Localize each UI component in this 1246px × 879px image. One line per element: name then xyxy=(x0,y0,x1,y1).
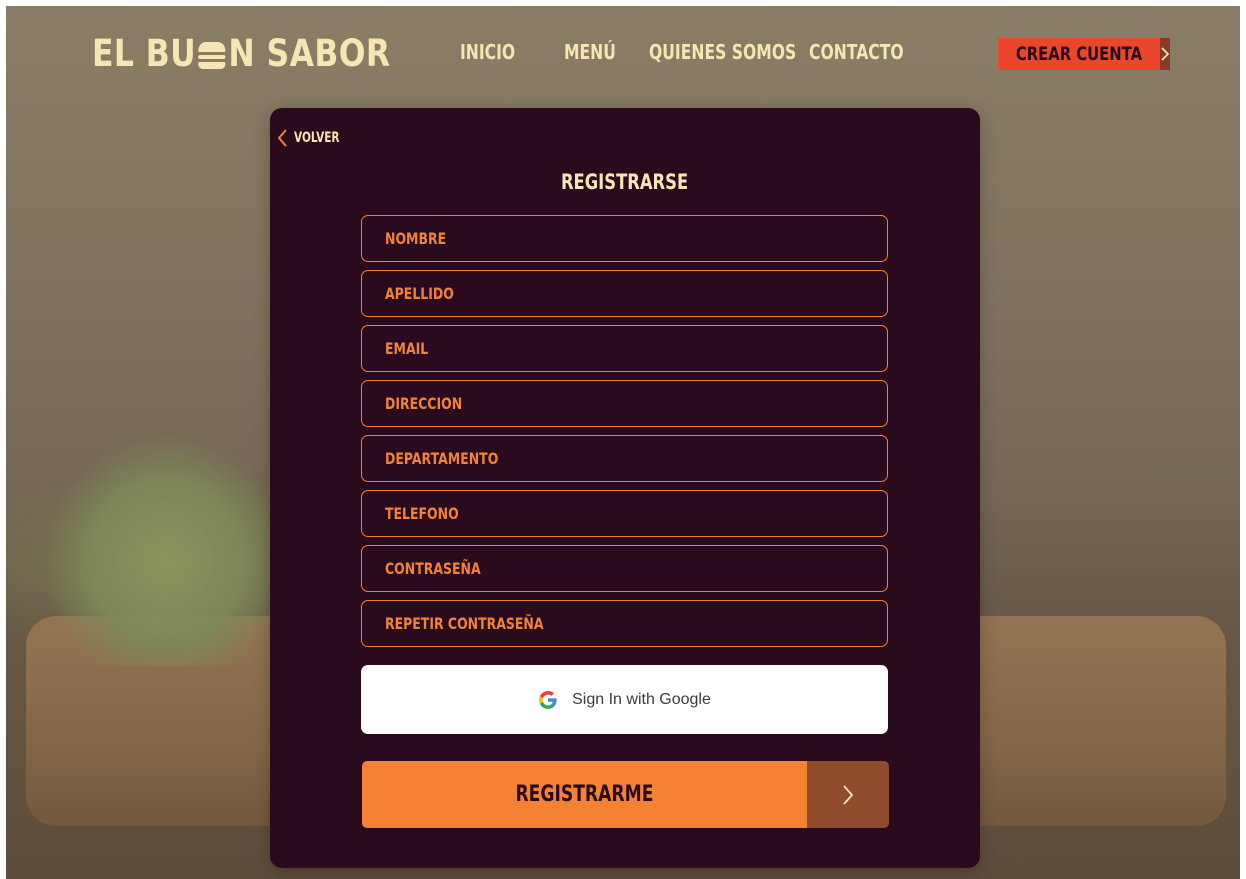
back-label: VOLVER xyxy=(294,130,340,146)
back-link[interactable]: VOLVER xyxy=(276,128,355,148)
site-logo[interactable]: EL BU N SABOR xyxy=(92,32,391,75)
repeat-password-field[interactable]: REPETIR CONTRASEÑA xyxy=(361,600,888,647)
google-sign-in-label: Sign In with Google xyxy=(572,690,711,708)
burger-icon xyxy=(197,40,228,70)
site-header: EL BU N SABOR INICIO MENÚ QUIENES SOMOS C… xyxy=(6,6,1240,101)
register-submit-label: REGISTRARME xyxy=(515,782,654,807)
telefono-field[interactable]: TELEFONO xyxy=(361,490,888,537)
logo-text-right: N SABOR xyxy=(228,32,391,75)
direccion-field[interactable]: DIRECCION xyxy=(361,380,888,427)
register-submit-button[interactable]: REGISTRARME xyxy=(362,761,889,828)
logo-text-left: EL BU xyxy=(92,32,197,75)
form-title: REGISTRARSE xyxy=(561,170,689,194)
nav-item-quienes-somos[interactable]: QUIENES SOMOS xyxy=(649,40,796,64)
chevron-left-icon xyxy=(276,128,288,148)
nav-item-inicio[interactable]: INICIO xyxy=(460,40,515,64)
google-icon xyxy=(538,690,558,710)
google-sign-in-button[interactable]: Sign In with Google xyxy=(361,665,888,734)
page-background: EL BU N SABOR INICIO MENÚ QUIENES SOMOS C… xyxy=(6,6,1240,879)
password-field[interactable]: CONTRASEÑA xyxy=(361,545,888,592)
email-field[interactable]: EMAIL xyxy=(361,325,888,372)
nombre-field[interactable]: NOMBRE xyxy=(361,215,888,262)
apellido-field[interactable]: APELLIDO xyxy=(361,270,888,317)
create-account-button[interactable]: CREAR CUENTA xyxy=(998,38,1170,70)
nav-item-menu[interactable]: MENÚ xyxy=(564,40,616,64)
create-account-label: CREAR CUENTA xyxy=(1015,43,1143,65)
chevron-right-icon xyxy=(1159,38,1170,70)
nav-item-contacto[interactable]: CONTACTO xyxy=(809,40,904,64)
chevron-right-icon xyxy=(807,761,889,828)
register-card: VOLVER REGISTRARSE NOMBRE APELLIDO EMAIL… xyxy=(270,108,980,868)
departamento-field[interactable]: DEPARTAMENTO xyxy=(361,435,888,482)
